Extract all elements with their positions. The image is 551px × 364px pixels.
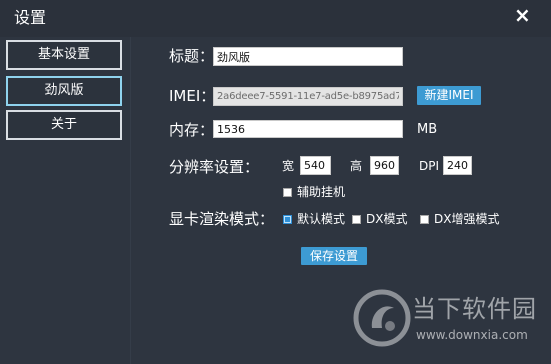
imei-label: IMEI：: [169, 87, 216, 105]
window-title: 设置: [14, 8, 47, 27]
dpi-label: DPI: [419, 159, 440, 173]
render-mode-option-dx[interactable]: DX模式: [352, 211, 407, 227]
title-bar: [0, 0, 551, 37]
render-mode-default-label: 默认模式: [297, 212, 346, 226]
render-mode-label: 显卡渲染模式：: [169, 210, 275, 228]
render-mode-dx-label: DX模式: [366, 212, 408, 226]
sidebar-item-about[interactable]: 关于: [6, 110, 122, 140]
assist-checkbox[interactable]: 辅助挂机: [283, 184, 345, 200]
width-label: 宽: [282, 159, 295, 173]
close-icon[interactable]: ×: [514, 4, 531, 26]
assist-checkbox-box[interactable]: [283, 187, 292, 197]
sidebar-divider: [130, 37, 131, 364]
render-mode-dx-enhanced-label: DX增强模式: [434, 212, 500, 226]
height-label: 高: [350, 159, 363, 173]
new-imei-button[interactable]: 新建IMEI: [417, 86, 481, 105]
render-mode-option-default[interactable]: 默认模式: [283, 211, 345, 227]
render-mode-option-dx-enhanced[interactable]: DX增强模式: [420, 211, 499, 227]
memory-input[interactable]: [213, 120, 403, 138]
watermark-logo: [353, 289, 411, 347]
render-mode-dx-box[interactable]: [352, 214, 361, 224]
dpi-input[interactable]: [443, 156, 472, 175]
imei-input[interactable]: [213, 87, 403, 106]
memory-unit: MB: [417, 122, 438, 137]
render-mode-default-box[interactable]: [283, 214, 292, 224]
render-mode-dx-enhanced-box[interactable]: [420, 214, 429, 224]
watermark-url: www.downxia.com: [416, 328, 528, 342]
sidebar-item-basic-settings[interactable]: 基本设置: [6, 40, 122, 70]
save-button[interactable]: 保存设置: [301, 247, 367, 265]
watermark-name: 当下软件园: [412, 295, 537, 323]
resolution-label: 分辨率设置：: [169, 158, 260, 176]
sidebar-item-jinfeng[interactable]: 劲风版: [6, 76, 122, 106]
height-input[interactable]: [370, 156, 399, 175]
assist-checkbox-label: 辅助挂机: [297, 185, 346, 199]
title-input[interactable]: [213, 47, 403, 66]
title-label: 标题：: [169, 47, 215, 65]
memory-label: 内存：: [169, 121, 215, 139]
width-input[interactable]: [300, 156, 331, 175]
